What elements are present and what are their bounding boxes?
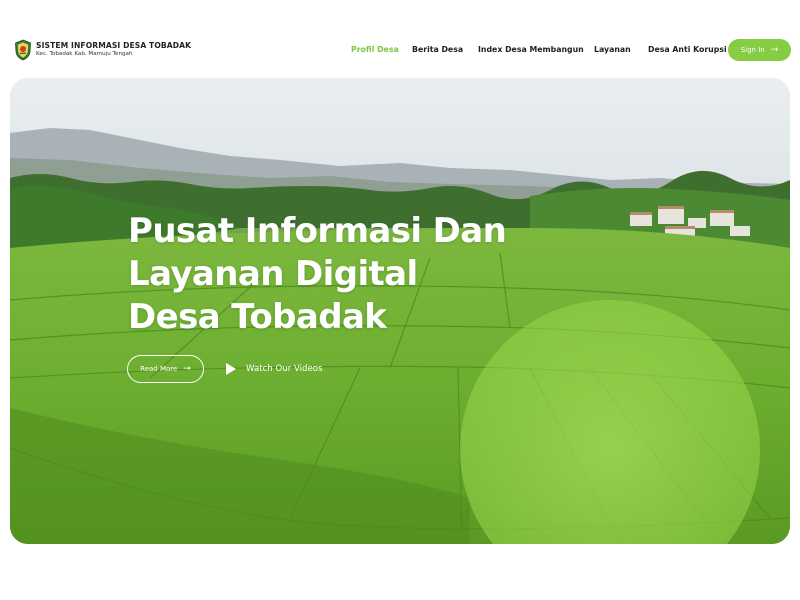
arrow-right-icon: → bbox=[183, 364, 191, 374]
brand-subtitle: Kec. Tobadak Kab. Mamuju Tengah bbox=[36, 51, 133, 57]
hero-headline-line-2: Layanan Digital bbox=[128, 254, 418, 294]
nav-desa-anti-korupsi[interactable]: Desa Anti Korupsi bbox=[648, 45, 727, 54]
watch-videos-button[interactable]: Watch Our Videos bbox=[226, 361, 323, 377]
hero-headline: Pusat Informasi Dan Layanan Digital Desa… bbox=[128, 210, 507, 339]
brand-title: SISTEM INFORMASI DESA TOBADAK bbox=[36, 41, 192, 50]
hero-banner: Pusat Informasi Dan Layanan Digital Desa… bbox=[10, 78, 790, 544]
play-icon bbox=[226, 363, 236, 375]
read-more-button[interactable]: Read More → bbox=[127, 355, 204, 383]
sign-in-button[interactable]: Sign In → bbox=[728, 39, 791, 61]
read-more-label: Read More bbox=[140, 365, 178, 373]
site-header: SISTEM INFORMASI DESA TOBADAK Kec. Tobad… bbox=[0, 0, 800, 78]
arrow-right-icon: → bbox=[770, 44, 779, 55]
hero-headline-line-1: Pusat Informasi Dan bbox=[128, 211, 507, 251]
nav-profil-desa[interactable]: Profil Desa bbox=[351, 45, 399, 54]
watch-videos-label: Watch Our Videos bbox=[246, 364, 323, 374]
nav-layanan[interactable]: Layanan bbox=[594, 45, 631, 54]
nav-index-desa-membangun[interactable]: Index Desa Membangun bbox=[478, 45, 584, 54]
nav-berita-desa[interactable]: Berita Desa bbox=[412, 45, 463, 54]
village-emblem-icon[interactable] bbox=[14, 39, 32, 61]
hero-headline-line-3: Desa Tobadak bbox=[128, 297, 387, 337]
sign-in-label: Sign In bbox=[740, 46, 765, 54]
